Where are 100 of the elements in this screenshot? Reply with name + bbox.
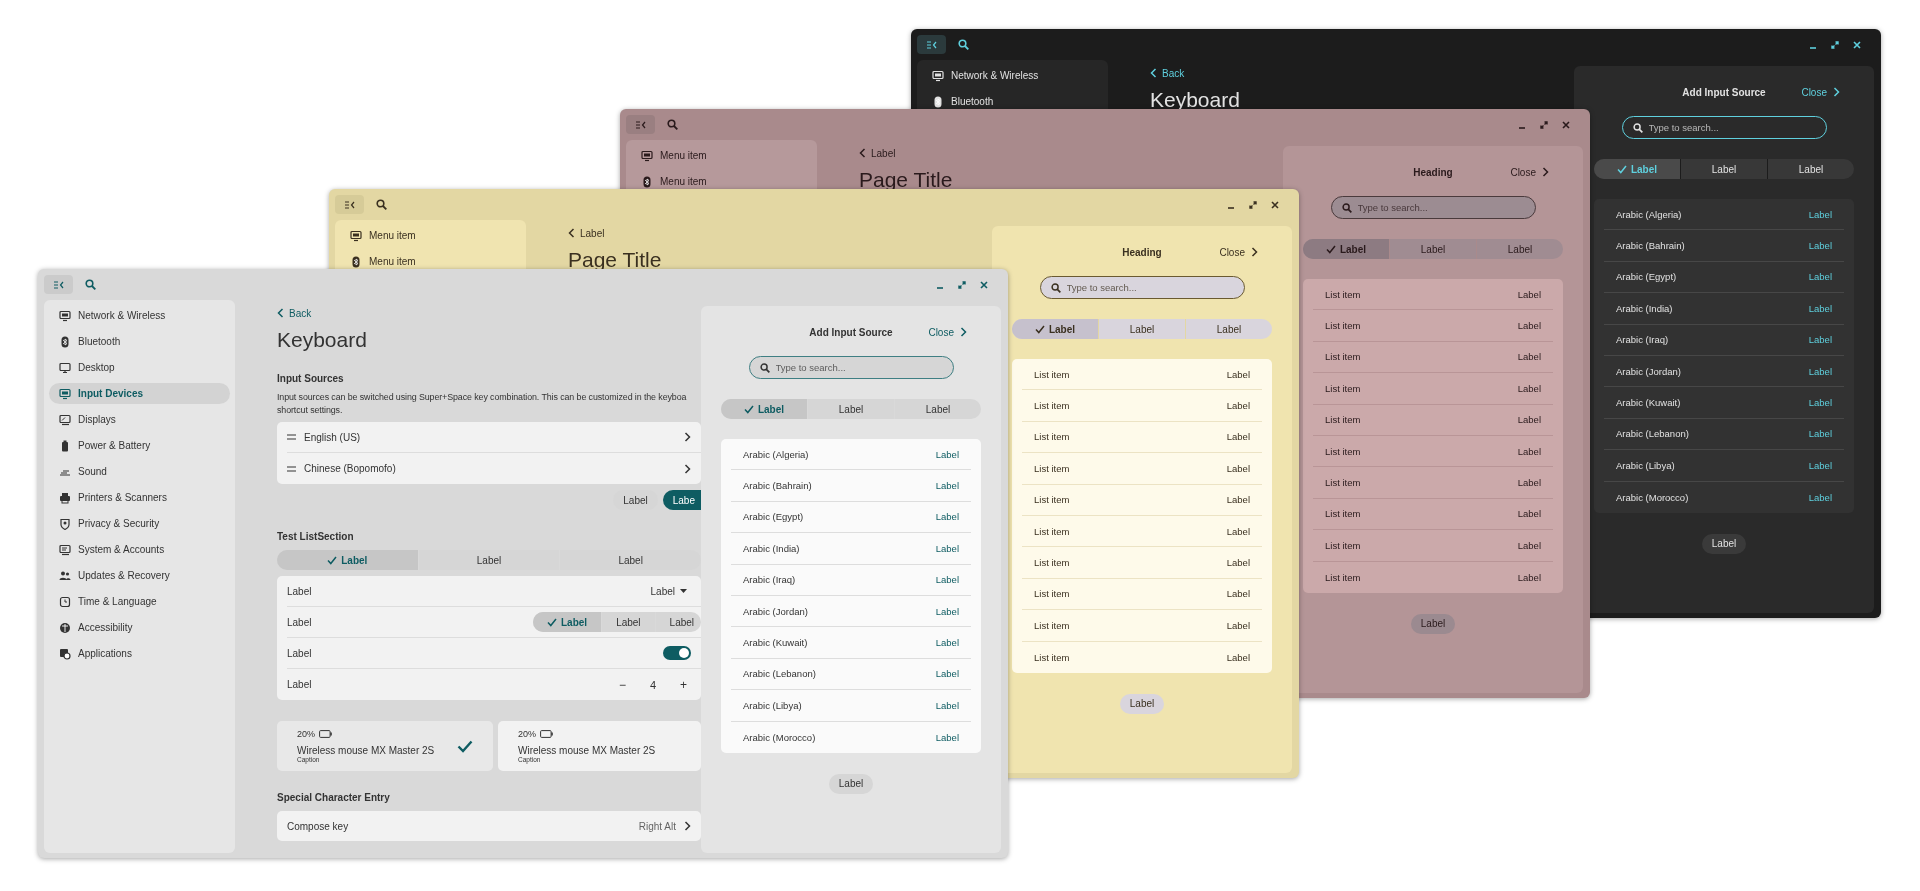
segment-tab[interactable]: Label [1012, 319, 1098, 339]
sidebar-item[interactable]: Accessibility [49, 617, 230, 638]
label-button[interactable]: Label [828, 773, 874, 794]
segment-tab[interactable]: Label [894, 399, 981, 419]
segment-tab[interactable]: Label [1303, 239, 1389, 259]
list-item-value: Label [1808, 365, 1832, 377]
sidebar-item[interactable]: Menu item [631, 171, 812, 192]
close-button[interactable]: Close [928, 324, 967, 340]
monitor-icon [59, 309, 71, 322]
battery-icon [540, 730, 553, 738]
check-icon [547, 617, 557, 627]
segment-tab[interactable]: Label [1767, 159, 1854, 179]
sidebar-item[interactable]: Menu item [340, 251, 521, 272]
search-field[interactable]: Type to search... [1621, 116, 1827, 139]
back-link[interactable]: Label [859, 146, 896, 160]
sidebar-item[interactable]: Displays [49, 409, 230, 430]
list-item-value: Label [1517, 445, 1541, 457]
segment-tab[interactable]: Label [1594, 159, 1680, 179]
sidebar-item[interactable]: Network & Wireless [49, 305, 230, 326]
search-field[interactable]: Type to search... [1039, 276, 1245, 299]
list-item-value: Label [1808, 240, 1832, 252]
check-icon [743, 404, 754, 414]
sidebar-item[interactable]: Updates & Recovery [49, 565, 230, 586]
sidebar-toggle-button[interactable] [335, 195, 364, 214]
list-item-value: Label [1808, 271, 1832, 283]
list-item-name: List item [1034, 462, 1070, 474]
page-title: Page Title [859, 167, 954, 193]
monitor-icon [350, 229, 362, 242]
back-link[interactable]: Label [568, 226, 605, 240]
search-icon[interactable] [667, 119, 678, 130]
segment-tab[interactable]: Label [533, 612, 602, 632]
label-button[interactable]: Labe [662, 490, 701, 510]
maximize-icon[interactable] [958, 280, 966, 289]
list-item-value: Label [935, 542, 959, 554]
sidebar-item[interactable]: Power & Battery [49, 435, 230, 456]
close-icon[interactable] [980, 280, 988, 289]
search-icon[interactable] [958, 39, 969, 50]
increment-button[interactable]: + [676, 677, 691, 692]
list-item-value: Label [935, 448, 959, 460]
sidebar-item[interactable]: Menu item [631, 145, 812, 166]
panel-heading: Heading [1122, 246, 1162, 258]
sidebar-item[interactable]: Privacy & Security [49, 513, 230, 534]
chevron-right-icon [960, 327, 967, 337]
sidebar-item[interactable]: Bluetooth [49, 331, 230, 352]
back-link[interactable]: Back [1150, 66, 1185, 80]
sidebar-item[interactable]: Menu item [340, 225, 521, 246]
list-item-name: List item [1034, 368, 1070, 380]
search-icon[interactable] [85, 279, 96, 290]
close-button[interactable]: Close [1510, 164, 1549, 180]
close-icon[interactable] [1271, 200, 1279, 209]
segment-tab[interactable]: Label [1389, 239, 1476, 259]
sidebar-item[interactable]: System & Accounts [49, 539, 230, 560]
maximize-icon[interactable] [1249, 200, 1257, 209]
sidebar-item[interactable]: Desktop [49, 357, 230, 378]
list-item-name: List item [1325, 351, 1361, 363]
sidebar-item[interactable]: Printers & Scanners [49, 487, 230, 508]
sidebar-item[interactable]: Input Devices [49, 383, 230, 404]
sidebar-toggle-button[interactable] [44, 275, 73, 294]
sidebar-item[interactable]: Sound [49, 461, 230, 482]
search-icon[interactable] [376, 199, 387, 210]
segment-tab[interactable]: Label [721, 399, 807, 419]
segment-tab[interactable]: Label [1098, 319, 1185, 339]
compose-key-card[interactable]: Compose key Right Alt [277, 811, 701, 841]
sidebar-item[interactable]: Network & Wireless [922, 65, 1103, 86]
back-link[interactable]: Back [277, 306, 312, 320]
drag-handle-icon[interactable] [287, 465, 296, 472]
list-item-name: List item [1034, 525, 1070, 537]
drag-handle-icon[interactable] [287, 434, 296, 440]
list-item-value: Label [1226, 400, 1250, 412]
sidebar-item[interactable]: Time & Language [49, 591, 230, 612]
label-button[interactable]: Label [1119, 693, 1165, 714]
list-item-name: Arabic (Jordan) [743, 605, 808, 617]
segment-tab[interactable]: Label [1185, 319, 1272, 339]
close-icon[interactable] [1562, 120, 1570, 129]
toggle-switch[interactable] [663, 646, 691, 660]
sidebar-toggle-button[interactable] [626, 115, 655, 134]
device-name: Wireless mouse MX Master 2S [297, 745, 435, 756]
segment-tab[interactable]: Label [417, 550, 560, 570]
decrement-button[interactable]: − [614, 677, 630, 692]
label-button[interactable]: Label [1701, 533, 1747, 554]
search-field[interactable]: Type to search... [748, 356, 954, 379]
sidebar-item[interactable]: Bluetooth [922, 91, 1103, 112]
segment-tab[interactable]: Label [1680, 159, 1767, 179]
sidebar-item[interactable]: Applications [49, 643, 230, 664]
close-button[interactable]: Close [1219, 244, 1258, 260]
list-item-name: List item [1325, 539, 1361, 551]
close-button[interactable]: Close [1801, 84, 1840, 100]
search-field[interactable]: Type to search... [1330, 196, 1536, 219]
segment-tab[interactable]: Label [277, 550, 418, 570]
maximize-icon[interactable] [1540, 120, 1548, 129]
sidebar-toggle-button[interactable] [917, 35, 946, 54]
label-button[interactable]: Label [1410, 613, 1456, 634]
dropdown[interactable]: Label [646, 585, 691, 597]
list-item-name: List item [1034, 619, 1070, 631]
segment-tab[interactable]: Label [1476, 239, 1563, 259]
segment-tab[interactable]: Label [601, 612, 655, 632]
segment-tab[interactable]: Label [807, 399, 894, 419]
chevron-left-icon [277, 308, 284, 318]
list-item-name: Arabic (Algeria) [1616, 208, 1682, 220]
list-item-name: List item [1325, 477, 1361, 489]
